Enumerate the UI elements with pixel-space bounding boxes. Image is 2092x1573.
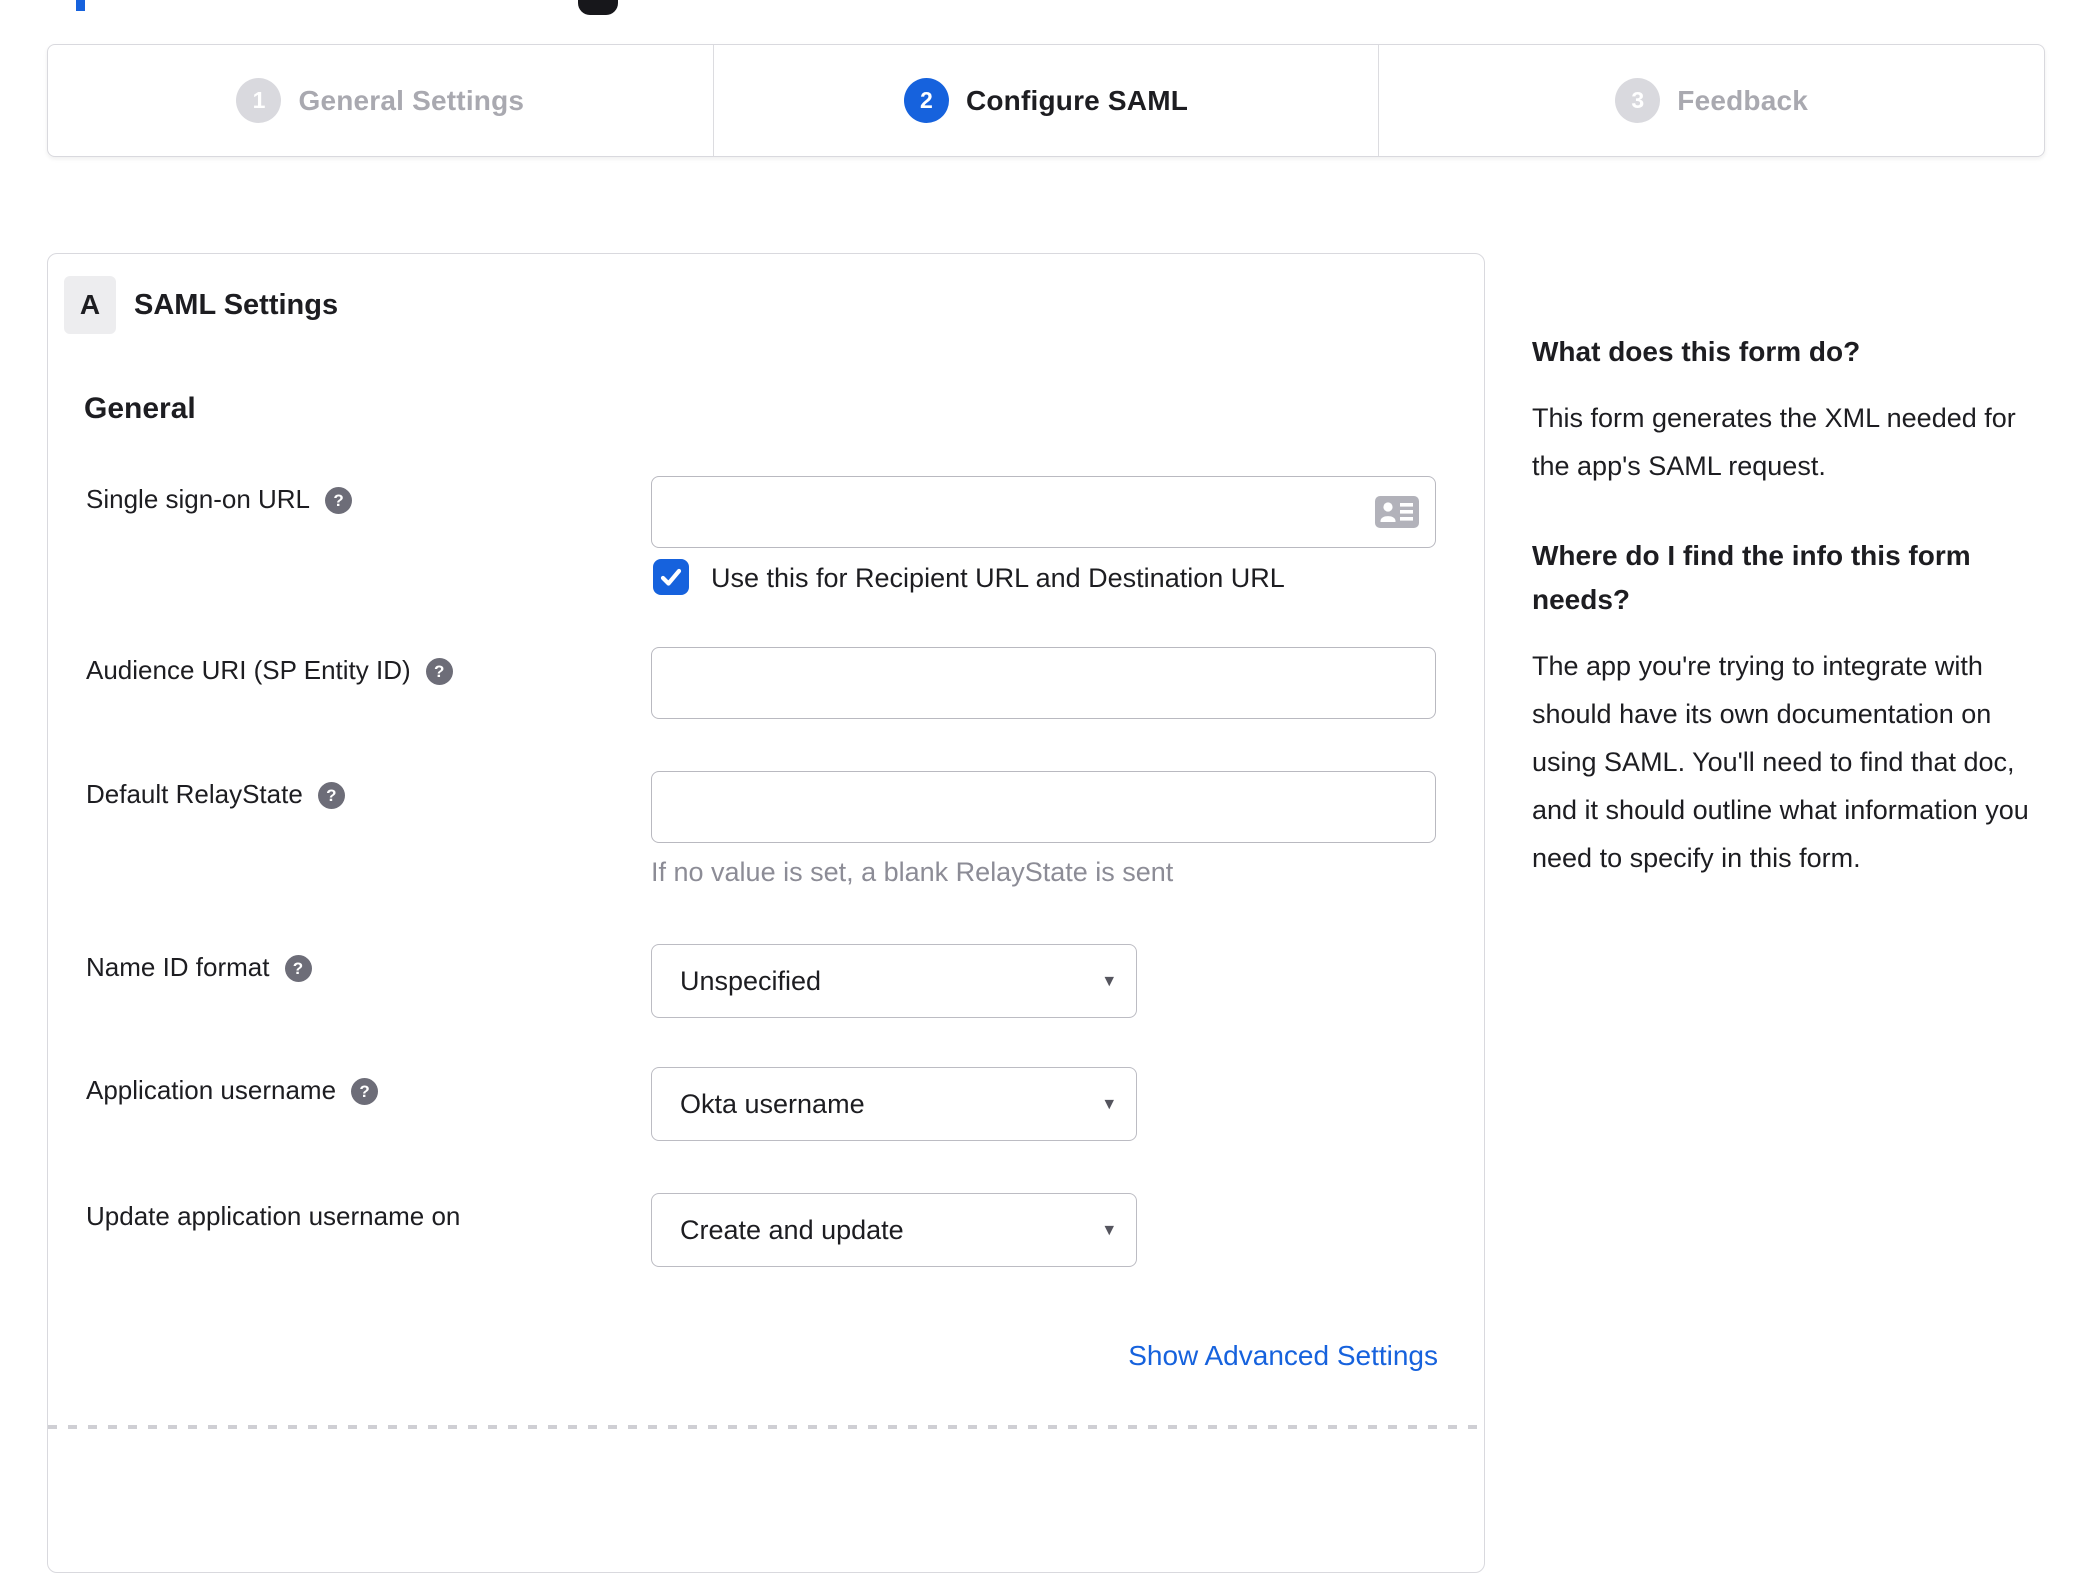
step-label: General Settings — [298, 84, 525, 116]
wizard-stepper: 1 General Settings 2 Configure SAML 3 Fe… — [47, 44, 2045, 157]
step-configure-saml[interactable]: 2 Configure SAML — [712, 45, 1379, 156]
recipient-url-checkbox-label[interactable]: Use this for Recipient URL and Destinati… — [711, 559, 1285, 597]
single-sign-on-url-input[interactable] — [651, 476, 1436, 548]
step-number-badge: 3 — [1615, 78, 1661, 123]
show-advanced-settings-link[interactable]: Show Advanced Settings — [651, 1340, 1438, 1372]
field-label-name-id-format: Name ID format ? — [86, 952, 312, 983]
contact-card-icon[interactable] — [1374, 494, 1420, 530]
step-label: Feedback — [1677, 84, 1809, 116]
step-label: Configure SAML — [965, 84, 1189, 116]
general-heading: General — [84, 392, 196, 425]
chevron-down-icon: ▾ — [1104, 1093, 1114, 1115]
chevron-down-icon: ▾ — [1104, 970, 1114, 992]
help-icon[interactable]: ? — [325, 487, 353, 514]
page-header-fragment-blue — [76, 0, 85, 11]
step-general-settings[interactable]: 1 General Settings — [48, 45, 713, 156]
sidebar-heading-what: What does this form do? — [1532, 336, 1861, 367]
sidebar-heading-where: Where do I find the info this form needs… — [1532, 540, 1971, 615]
field-label-application-username: Application username ? — [86, 1075, 379, 1106]
field-label-single-sign-on-url: Single sign-on URL ? — [86, 484, 353, 515]
default-relaystate-input[interactable] — [651, 771, 1436, 843]
step-number-badge: 1 — [236, 78, 282, 123]
help-icon[interactable]: ? — [317, 782, 345, 809]
help-icon[interactable]: ? — [351, 1078, 379, 1105]
section-title: SAML Settings — [134, 288, 339, 321]
saml-settings-panel: A SAML Settings General Single sign-on U… — [47, 253, 1485, 1573]
chevron-down-icon: ▾ — [1104, 1219, 1114, 1241]
checkmark-icon — [660, 568, 682, 586]
update-app-username-select[interactable]: Create and update ▾ — [651, 1193, 1137, 1267]
section-badge-a: A — [64, 276, 116, 334]
relaystate-helper-text: If no value is set, a blank RelayState i… — [651, 857, 1174, 887]
audience-uri-input[interactable] — [651, 647, 1436, 719]
page-header-fragment-icon — [578, 0, 618, 15]
application-username-select[interactable]: Okta username ▾ — [651, 1067, 1137, 1141]
sidebar-body-what: This form generates the XML needed for t… — [1532, 403, 2016, 481]
help-icon[interactable]: ? — [284, 955, 312, 982]
field-label-update-app-username: Update application username on — [86, 1201, 461, 1231]
field-label-default-relaystate: Default RelayState ? — [86, 779, 345, 810]
field-label-audience-uri: Audience URI (SP Entity ID) ? — [86, 655, 453, 686]
name-id-format-select[interactable]: Unspecified ▾ — [651, 944, 1137, 1018]
help-icon[interactable]: ? — [425, 658, 453, 685]
sidebar-body-where: The app you're trying to integrate with … — [1532, 651, 2029, 873]
recipient-url-checkbox[interactable] — [653, 559, 689, 595]
step-feedback[interactable]: 3 Feedback — [1378, 45, 2044, 156]
step-number-badge: 2 — [903, 78, 949, 123]
help-sidebar: What does this form do? This form genera… — [1532, 330, 2044, 926]
